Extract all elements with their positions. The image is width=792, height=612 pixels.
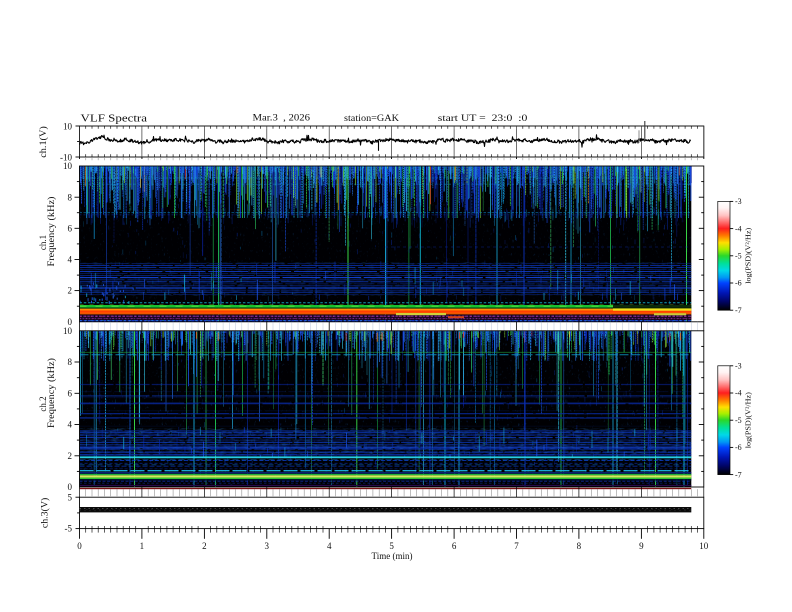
svg-text:10: 10 xyxy=(63,121,73,131)
svg-text:ch.3(V): ch.3(V) xyxy=(40,498,50,529)
svg-text:-6: -6 xyxy=(735,279,742,288)
svg-text:0: 0 xyxy=(77,541,82,551)
svg-text:10: 10 xyxy=(699,541,709,551)
svg-text:2: 2 xyxy=(68,451,73,461)
svg-text:-5: -5 xyxy=(735,416,742,425)
svg-text:start UT = 23:0 :0: start UT = 23:0 :0 xyxy=(438,113,528,123)
svg-text:-3: -3 xyxy=(735,362,742,371)
svg-text:10: 10 xyxy=(63,326,73,336)
svg-text:6: 6 xyxy=(68,388,73,398)
svg-text:log(PSD)(V²/Hz): log(PSD)(V²/Hz) xyxy=(745,391,753,448)
svg-text:4: 4 xyxy=(68,420,73,430)
svg-text:8: 8 xyxy=(577,541,582,551)
svg-text:Mar.3 , 2026: Mar.3 , 2026 xyxy=(253,112,311,122)
svg-text:9: 9 xyxy=(639,541,644,551)
svg-text:5: 5 xyxy=(68,493,73,503)
svg-text:-7: -7 xyxy=(735,470,742,479)
svg-text:7: 7 xyxy=(514,541,519,551)
svg-text:Frequency (kHz): Frequency (kHz) xyxy=(46,197,56,267)
svg-text:3: 3 xyxy=(265,541,270,551)
svg-text:6: 6 xyxy=(452,541,457,551)
svg-text:log(PSD)(V²/Hz): log(PSD)(V²/Hz) xyxy=(745,227,753,284)
svg-text:-6: -6 xyxy=(735,443,742,452)
svg-text:-4: -4 xyxy=(735,389,742,398)
svg-text:4: 4 xyxy=(327,541,332,551)
svg-text:Frequency (kHz): Frequency (kHz) xyxy=(46,358,56,428)
svg-text:ch.1(V): ch.1(V) xyxy=(38,126,48,158)
svg-text:8: 8 xyxy=(68,192,73,202)
svg-text:4: 4 xyxy=(68,255,73,265)
svg-text:8: 8 xyxy=(68,357,73,367)
svg-text:1: 1 xyxy=(140,541,145,551)
svg-text:-5: -5 xyxy=(65,524,73,534)
svg-text:-3: -3 xyxy=(735,197,742,206)
svg-text:-7: -7 xyxy=(735,306,742,315)
svg-text:2: 2 xyxy=(68,286,73,296)
svg-text:Time (min): Time (min) xyxy=(372,551,413,561)
svg-text:-5: -5 xyxy=(735,252,742,261)
svg-text:5: 5 xyxy=(389,541,394,551)
svg-text:VLF Spectra: VLF Spectra xyxy=(81,114,148,125)
svg-text:10: 10 xyxy=(63,161,73,171)
svg-text:6: 6 xyxy=(68,223,73,233)
svg-text:0: 0 xyxy=(68,482,73,492)
svg-text:-4: -4 xyxy=(735,224,742,233)
svg-text:2: 2 xyxy=(202,541,207,551)
svg-text:station=GAK: station=GAK xyxy=(344,113,400,123)
